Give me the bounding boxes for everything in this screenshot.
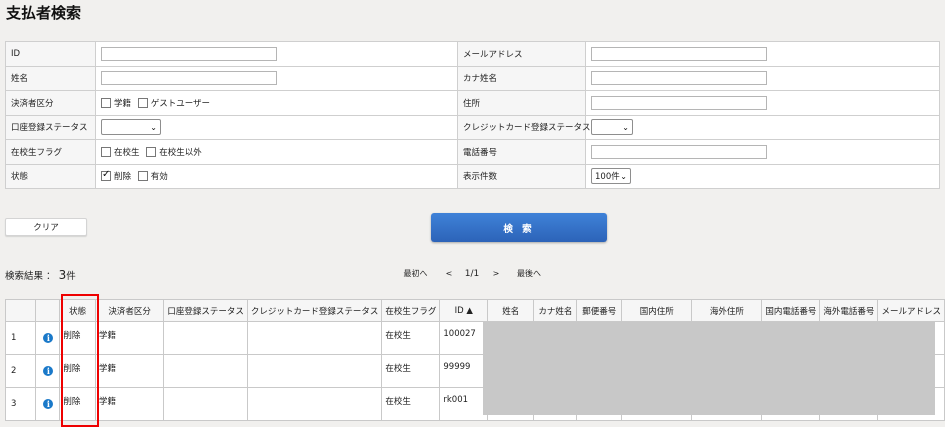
enrollment-label: 在校生フラグ <box>5 139 96 165</box>
cell-payer-type: 学籍 <box>94 321 165 355</box>
search-form: ID メールアドレス 姓名 カナ姓名 決済者区分 学籍 ゲストユーザー 住所 口… <box>5 41 940 189</box>
cell-cc-status <box>246 354 383 388</box>
payer-type-label: 決済者区分 <box>5 90 96 116</box>
enrollment-current-label: 在校生 <box>114 147 140 158</box>
results-header-row: 状態 決済者区分 口座登録ステータス クレジットカード登録ステータス 在校生フラ… <box>5 299 945 322</box>
col-header-detail <box>34 299 61 322</box>
cell-enrollment: 在校生 <box>381 321 441 355</box>
last-page-button[interactable]: 最後へ <box>510 265 548 282</box>
cell-id: 100027 <box>439 321 489 355</box>
search-button[interactable]: 検 索 <box>431 213 607 242</box>
col-header-no <box>5 299 36 322</box>
name-input[interactable] <box>101 71 277 86</box>
count-label: 表示件数 <box>457 163 586 189</box>
payer-type-guest-checkbox[interactable] <box>137 97 148 108</box>
result-count-label: 検索結果 ： <box>5 271 56 282</box>
info-icon[interactable]: i <box>43 398 54 409</box>
account-status-select[interactable]: ⌄ <box>101 119 161 136</box>
kana-label: カナ姓名 <box>457 65 586 91</box>
address-label: 住所 <box>457 90 586 116</box>
col-header-overseas-phone[interactable]: 海外電話番号 <box>819 299 879 322</box>
col-header-name[interactable]: 姓名 <box>487 299 535 322</box>
account-status-label: 口座登録ステータス <box>5 114 96 140</box>
state-label: 状態 <box>5 163 96 189</box>
enrollment-current-checkbox[interactable] <box>101 146 111 157</box>
kana-input[interactable] <box>591 71 767 86</box>
enrollment-other-label: 在校生以外 <box>159 147 202 158</box>
cell-account-status <box>163 387 248 421</box>
col-header-account-status[interactable]: 口座登録ステータス <box>163 299 248 322</box>
cc-status-label: クレジットカード登録ステータス <box>457 114 591 140</box>
cell-cc-status <box>246 321 383 355</box>
col-header-postal[interactable]: 郵便番号 <box>576 299 623 322</box>
cell-account-status <box>163 321 248 355</box>
col-header-enrollment[interactable]: 在校生フラグ <box>381 299 441 322</box>
cell-id: rk001 <box>439 387 489 421</box>
col-header-email[interactable]: メールアドレス <box>877 299 945 322</box>
page-indicator: 1/1 <box>464 268 480 279</box>
payer-type-gakuseki-label: 学籍 <box>114 98 132 109</box>
col-header-cc-status[interactable]: クレジットカード登録ステータス <box>246 299 383 322</box>
count-select[interactable]: 100件 ⌄ <box>591 168 631 185</box>
chevron-down-icon: ⌄ <box>620 171 627 181</box>
payer-type-gakuseki-checkbox[interactable] <box>101 97 111 108</box>
cell-cc-status <box>246 387 383 421</box>
row-number: 1 <box>5 321 36 355</box>
col-header-payer-type[interactable]: 決済者区分 <box>94 299 165 322</box>
info-icon[interactable]: i <box>43 365 54 376</box>
state-deleted-checkbox[interactable] <box>101 169 111 182</box>
row-number: 2 <box>5 354 36 388</box>
redacted-region <box>483 322 935 415</box>
clear-button[interactable]: クリア <box>5 218 87 236</box>
cell-payer-type: 学籍 <box>94 354 165 388</box>
name-label: 姓名 <box>5 65 96 91</box>
email-input[interactable] <box>591 46 767 61</box>
prev-page-button[interactable]: < <box>440 265 458 282</box>
highlight-box <box>61 294 99 427</box>
state-active-label: 有効 <box>150 172 168 183</box>
state-deleted-label: 削除 <box>114 172 132 183</box>
result-count: 検索結果 ： 3件 <box>5 268 76 282</box>
col-header-kana[interactable]: カナ姓名 <box>533 299 578 322</box>
count-value: 100件 <box>595 172 620 183</box>
next-page-button[interactable]: > <box>487 265 505 282</box>
email-label: メールアドレス <box>457 41 586 67</box>
phone-input[interactable] <box>591 144 767 159</box>
id-input[interactable] <box>101 46 277 61</box>
chevron-down-icon: ⌄ <box>622 122 629 132</box>
col-header-overseas-address[interactable]: 海外住所 <box>691 299 763 322</box>
state-active-checkbox[interactable] <box>137 171 148 182</box>
id-label: ID <box>5 41 96 67</box>
enrollment-other-checkbox[interactable] <box>146 146 157 157</box>
info-icon[interactable]: i <box>43 332 54 343</box>
col-header-domestic-address[interactable]: 国内住所 <box>621 299 693 322</box>
cell-id: 99999 <box>439 354 489 388</box>
row-number: 3 <box>5 387 36 421</box>
result-count-unit: 件 <box>66 271 76 282</box>
cc-status-select[interactable]: ⌄ <box>591 119 633 136</box>
page-title: 支払者検索 <box>6 4 82 22</box>
cell-enrollment: 在校生 <box>381 354 441 388</box>
cell-payer-type: 学籍 <box>94 387 165 421</box>
first-page-button[interactable]: 最初へ <box>397 265 434 282</box>
col-header-id[interactable]: ID ▲ <box>439 299 489 322</box>
payer-type-guest-label: ゲストユーザー <box>150 98 211 109</box>
address-input[interactable] <box>591 95 767 110</box>
cell-account-status <box>163 354 248 388</box>
col-header-domestic-phone[interactable]: 国内電話番号 <box>761 299 821 322</box>
chevron-down-icon: ⌄ <box>150 122 157 132</box>
cell-enrollment: 在校生 <box>381 387 441 421</box>
phone-label: 電話番号 <box>457 139 586 165</box>
